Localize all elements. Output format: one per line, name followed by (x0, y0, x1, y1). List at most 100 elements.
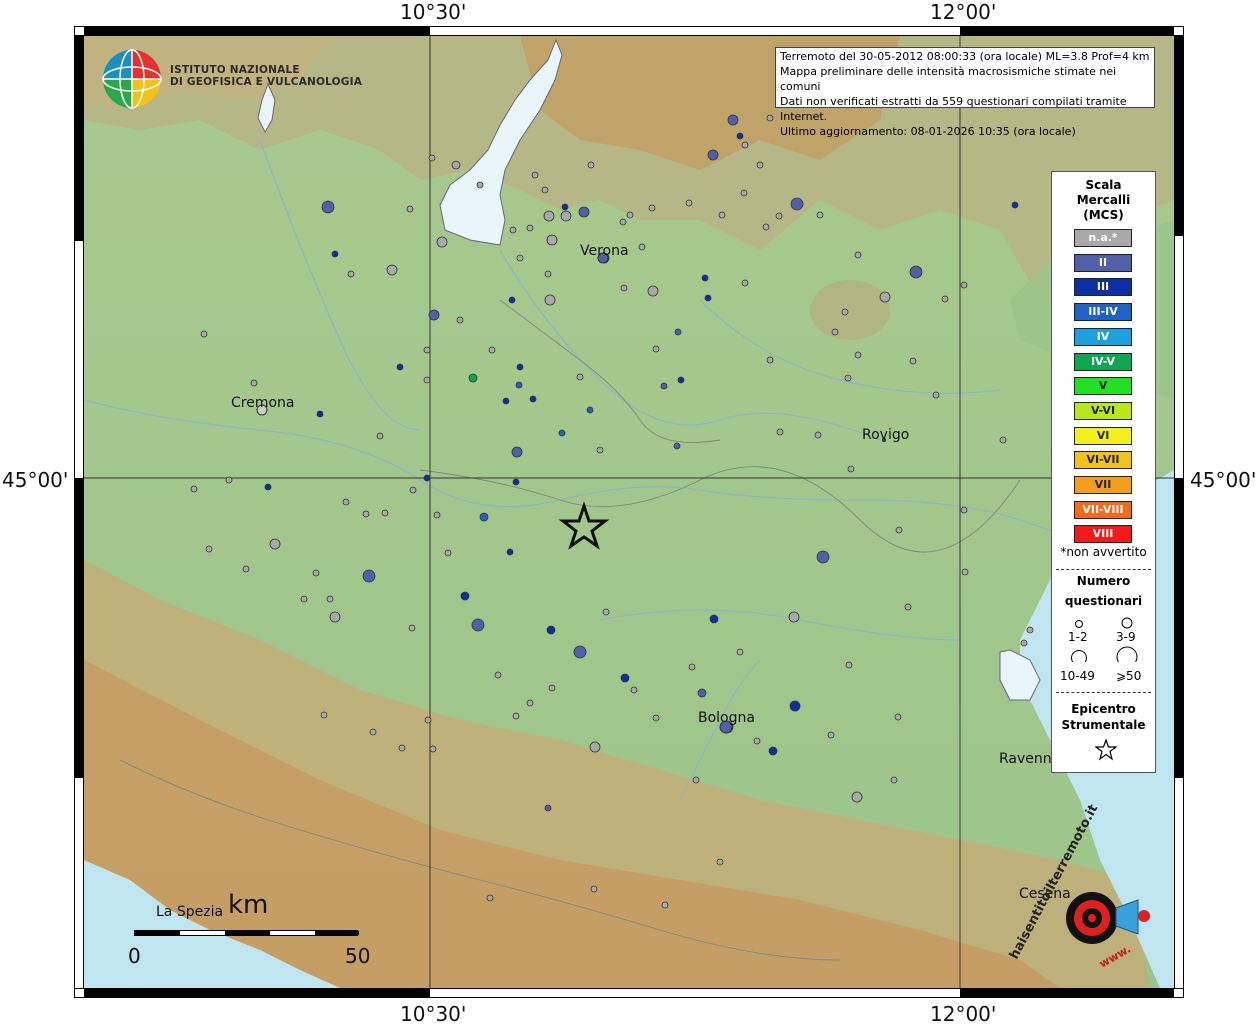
intensity-point[interactable] (342, 498, 350, 506)
intensity-point[interactable] (707, 149, 719, 161)
intensity-point[interactable] (677, 376, 685, 384)
intensity-point[interactable] (386, 264, 398, 276)
intensity-point[interactable] (531, 171, 539, 179)
intensity-point[interactable] (433, 511, 441, 519)
intensity-point[interactable] (381, 509, 389, 517)
intensity-point[interactable] (543, 210, 555, 222)
intensity-point[interactable] (674, 328, 682, 336)
intensity-point[interactable] (620, 673, 630, 683)
intensity-point[interactable] (596, 446, 604, 454)
intensity-point[interactable] (727, 114, 739, 126)
intensity-point[interactable] (890, 776, 898, 784)
intensity-point[interactable] (741, 279, 749, 287)
intensity-point[interactable] (398, 744, 406, 752)
intensity-point[interactable] (1020, 639, 1028, 647)
intensity-point[interactable] (428, 309, 440, 321)
intensity-point[interactable] (941, 295, 949, 303)
intensity-point[interactable] (626, 211, 634, 219)
intensity-point[interactable] (476, 181, 484, 189)
intensity-point[interactable] (854, 351, 862, 359)
intensity-point[interactable] (200, 330, 208, 338)
intensity-point[interactable] (590, 885, 598, 893)
intensity-point[interactable] (362, 569, 376, 583)
intensity-point[interactable] (369, 728, 377, 736)
intensity-point[interactable] (546, 625, 556, 635)
intensity-point[interactable] (509, 226, 517, 234)
intensity-map[interactable] (84, 36, 1174, 988)
intensity-point[interactable] (347, 270, 355, 278)
intensity-point[interactable] (741, 141, 749, 149)
intensity-point[interactable] (704, 294, 712, 302)
intensity-point[interactable] (697, 688, 707, 698)
intensity-point[interactable] (788, 611, 800, 623)
intensity-point[interactable] (1026, 626, 1034, 634)
intensity-point[interactable] (225, 476, 233, 484)
intensity-point[interactable] (756, 161, 764, 169)
intensity-point[interactable] (362, 510, 370, 518)
intensity-point[interactable] (688, 663, 696, 671)
intensity-point[interactable] (506, 548, 514, 556)
intensity-point[interactable] (423, 376, 431, 384)
intensity-point[interactable] (486, 894, 494, 902)
intensity-point[interactable] (250, 379, 258, 387)
intensity-point[interactable] (423, 346, 431, 354)
intensity-point[interactable] (558, 429, 566, 437)
intensity-point[interactable] (692, 776, 700, 784)
intensity-point[interactable] (264, 483, 272, 491)
intensity-point[interactable] (845, 661, 853, 669)
intensity-point[interactable] (471, 618, 485, 632)
intensity-point[interactable] (516, 363, 524, 371)
intensity-point[interactable] (999, 436, 1007, 444)
intensity-point[interactable] (561, 203, 569, 211)
intensity-point[interactable] (652, 345, 660, 353)
intensity-point[interactable] (1011, 201, 1019, 209)
intensity-point[interactable] (479, 512, 489, 522)
intensity-point[interactable] (831, 328, 839, 336)
intensity-point[interactable] (709, 614, 719, 624)
intensity-point[interactable] (673, 442, 681, 450)
intensity-point[interactable] (408, 624, 416, 632)
intensity-point[interactable] (320, 711, 328, 719)
intensity-point[interactable] (242, 565, 250, 573)
intensity-point[interactable] (932, 391, 940, 399)
intensity-point[interactable] (515, 381, 523, 389)
intensity-point[interactable] (619, 218, 627, 226)
intensity-point[interactable] (548, 684, 556, 692)
intensity-point[interactable] (736, 648, 744, 656)
intensity-point[interactable] (544, 804, 552, 812)
intensity-point[interactable] (436, 236, 448, 248)
intensity-point[interactable] (789, 700, 801, 712)
intensity-point[interactable] (451, 160, 461, 170)
intensity-point[interactable] (376, 432, 384, 440)
intensity-point[interactable] (762, 223, 770, 231)
intensity-point[interactable] (300, 595, 308, 603)
intensity-point[interactable] (326, 595, 334, 603)
intensity-point[interactable] (444, 549, 452, 557)
intensity-point[interactable] (768, 746, 778, 756)
intensity-point[interactable] (827, 731, 835, 739)
intensity-point[interactable] (546, 234, 558, 246)
intensity-point[interactable] (647, 285, 659, 297)
intensity-point[interactable] (190, 485, 198, 493)
intensity-point[interactable] (718, 211, 726, 219)
intensity-point[interactable] (205, 545, 213, 553)
intensity-point[interactable] (587, 161, 595, 169)
intensity-point[interactable] (589, 741, 601, 753)
intensity-point[interactable] (312, 569, 320, 577)
intensity-point[interactable] (961, 568, 969, 576)
intensity-point[interactable] (766, 114, 774, 122)
intensity-point[interactable] (502, 397, 510, 405)
intensity-point[interactable] (879, 291, 891, 303)
intensity-point[interactable] (844, 374, 852, 382)
intensity-point[interactable] (909, 265, 923, 279)
intensity-point[interactable] (516, 254, 524, 262)
intensity-point[interactable] (814, 431, 822, 439)
intensity-point[interactable] (736, 132, 744, 140)
intensity-point[interactable] (904, 603, 912, 611)
intensity-point[interactable] (573, 645, 587, 659)
intensity-point[interactable] (847, 465, 855, 473)
intensity-point[interactable] (541, 186, 549, 194)
intensity-point[interactable] (740, 189, 748, 197)
intensity-point[interactable] (269, 538, 281, 550)
intensity-point[interactable] (701, 274, 709, 282)
